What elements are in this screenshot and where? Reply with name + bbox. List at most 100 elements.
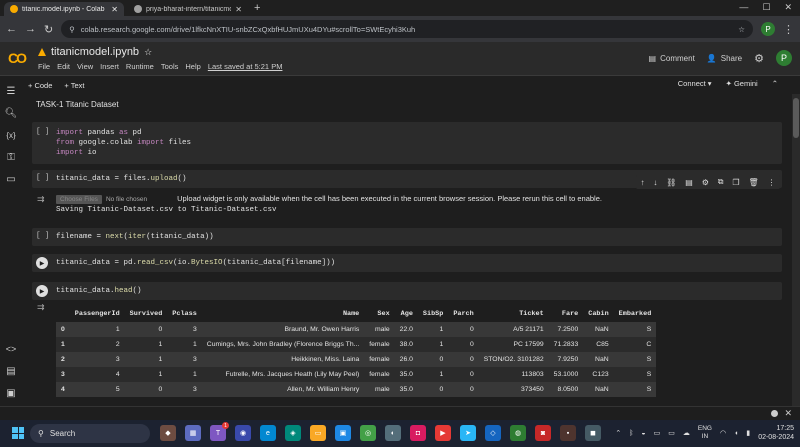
close-tab-icon[interactable]: ✕ [111,5,118,14]
language-indicator[interactable]: ENG IN [698,425,712,441]
files-folder-icon[interactable]: ▭ [4,172,18,186]
output-toggle-icon[interactable]: ⇉ [37,302,45,313]
delete-cell-icon[interactable]: 🗑︎ [748,178,758,187]
menu-view[interactable]: View [77,62,93,71]
file-explorer-icon[interactable]: ▭ [310,425,326,441]
collapse-chevron-icon[interactable]: ⌃ [772,79,778,88]
output-toggle-icon[interactable]: ⇉ [37,194,45,205]
code-filename[interactable]: filename = next(iter(titanic_data)) [56,232,214,242]
code-cell-read-csv[interactable]: ▶ titanic_data = pd.read_csv(io.BytesIO(… [32,254,782,272]
code-cell-head[interactable]: ▶ titanic_data.head() [32,282,782,300]
share-button[interactable]: 👤 Share [707,54,742,63]
widgets-icon[interactable]: ◆ [160,425,176,441]
instagram-icon[interactable]: ◘ [410,425,426,441]
app-icon[interactable]: ◐ [385,425,401,441]
browser-profile-avatar[interactable]: P [761,22,775,36]
meet-icon[interactable]: ▭ [654,429,661,437]
browser-menu-icon[interactable]: ⋮ [783,23,794,36]
task-view-icon[interactable]: ▦ [185,425,201,441]
code-cell-filename[interactable]: [ ] filename = next(iter(titanic_data)) [32,228,782,246]
close-window-icon[interactable]: ✕ [784,2,792,13]
variables-icon[interactable]: {x} [4,128,18,142]
whatsapp-icon[interactable]: ◍ [510,425,526,441]
edge-icon[interactable]: e [260,425,276,441]
menu-file[interactable]: File [38,62,50,71]
site-info-icon[interactable]: ⚲ [69,25,75,34]
link-icon[interactable]: ⛓ [666,178,676,187]
terminal-icon[interactable]: ▣ [4,386,18,400]
run-cell-button[interactable]: [ ] [36,128,50,136]
move-down-icon[interactable]: ↓ [653,178,657,187]
store-bag-icon[interactable]: ▣ [335,425,351,441]
security-icon[interactable]: ◒ [641,430,645,437]
tray-chevron-icon[interactable]: ⌃ [615,429,621,437]
search-icon[interactable]: 🔍︎ [4,106,18,120]
settings-gear-icon[interactable]: ⚙ [754,52,764,65]
play-icon[interactable]: ▶ [36,285,48,297]
colab-profile-avatar[interactable]: P [776,50,792,66]
menu-help[interactable]: Help [185,62,200,71]
windows-start-icon[interactable] [12,427,24,439]
notebook-scrollbar[interactable] [792,94,800,406]
minimize-icon[interactable]: — [739,2,748,13]
new-tab-button[interactable]: + [254,2,260,16]
comment-button[interactable]: ▤ Comment [649,54,695,63]
app-icon-4[interactable]: ▪ [560,425,576,441]
choose-files-button[interactable]: Choose Files [56,195,102,204]
close-tab-icon[interactable]: ✕ [235,5,242,14]
battery-icon[interactable]: ▭ [668,429,675,437]
play-icon[interactable]: ▶ [36,257,48,269]
chat-icon[interactable]: ◉ [235,425,251,441]
copy-cell-icon[interactable]: ❐ [732,178,739,187]
more-options-icon[interactable]: ⋮ [768,178,776,187]
telegram-icon[interactable]: ➤ [460,425,476,441]
add-text-button[interactable]: + Text [64,81,84,90]
mirror-cell-icon[interactable]: ⧉ [718,177,724,187]
cloud-icon[interactable]: ☁ [683,429,690,437]
add-code-button[interactable]: + Code [28,81,52,90]
chrome-icon[interactable]: ◎ [360,425,376,441]
back-icon[interactable]: ← [6,23,17,35]
reload-icon[interactable]: ↻ [44,23,53,36]
volume-icon[interactable]: ◖ [734,430,738,437]
notebook-title[interactable]: titanicmodel.ipynb [51,46,139,58]
run-cell-button[interactable]: [ ] [36,174,50,182]
store-icon[interactable]: ◈ [285,425,301,441]
menu-insert[interactable]: Insert [100,62,119,71]
wifi-icon[interactable]: ◠ [720,429,726,437]
secrets-key-icon[interactable]: ⚿ [4,150,18,164]
last-saved-link[interactable]: Last saved at 5:21 PM [208,62,283,71]
app-icon-5[interactable]: ◼ [585,425,601,441]
run-cell-button[interactable]: [ ] [36,232,50,240]
connect-button[interactable]: Connect ▾ [678,79,712,88]
browser-tab-github[interactable]: priya-bharat-intern/titanicmod... ✕ [128,2,248,16]
code-upload[interactable]: titanic_data = files.upload() [56,174,187,184]
teams-icon[interactable]: T1 [210,422,229,441]
app-icon-2[interactable]: ◇ [485,425,501,441]
markdown-heading[interactable]: TASK-1 Titanic Dataset [36,100,119,109]
app-icon-3[interactable]: ◙ [535,425,551,441]
power-icon[interactable]: ▮ [746,429,750,437]
taskbar-clock[interactable]: 17:25 02-08-2024 [758,424,794,442]
cell-settings-icon[interactable]: ⚙ [702,178,709,187]
table-of-contents-icon[interactable]: ☰ [4,84,18,98]
menu-tools[interactable]: Tools [161,62,179,71]
code-head[interactable]: titanic_data.head() [56,286,142,296]
code-snippets-icon[interactable]: <> [4,342,18,356]
scrollbar-thumb[interactable] [793,98,799,138]
code-cell-imports[interactable]: [ ] import pandas as pd from google.cola… [32,122,782,164]
close-status-icon[interactable]: ✕ [784,408,792,419]
gemini-button[interactable]: ✦ Gemini [726,79,758,88]
taskbar-search[interactable]: ⚲ Search [30,424,150,443]
code-read-csv[interactable]: titanic_data = pd.read_csv(io.BytesIO(ti… [56,258,335,268]
bluetooth-icon[interactable]: ᛒ [629,430,633,437]
menu-edit[interactable]: Edit [57,62,70,71]
youtube-icon[interactable]: ▶ [435,425,451,441]
comment-cell-icon[interactable]: ▤ [685,178,693,187]
colab-logo[interactable]: CO [8,50,27,66]
move-up-icon[interactable]: ↑ [640,178,644,187]
address-bar[interactable]: ⚲ colab.research.google.com/drive/1lfkcN… [61,20,753,38]
browser-tab-colab[interactable]: titanic.model.ipynb - Colab ✕ [4,2,124,16]
forward-icon[interactable]: → [25,23,36,35]
bookmark-star-icon[interactable]: ☆ [738,25,745,34]
